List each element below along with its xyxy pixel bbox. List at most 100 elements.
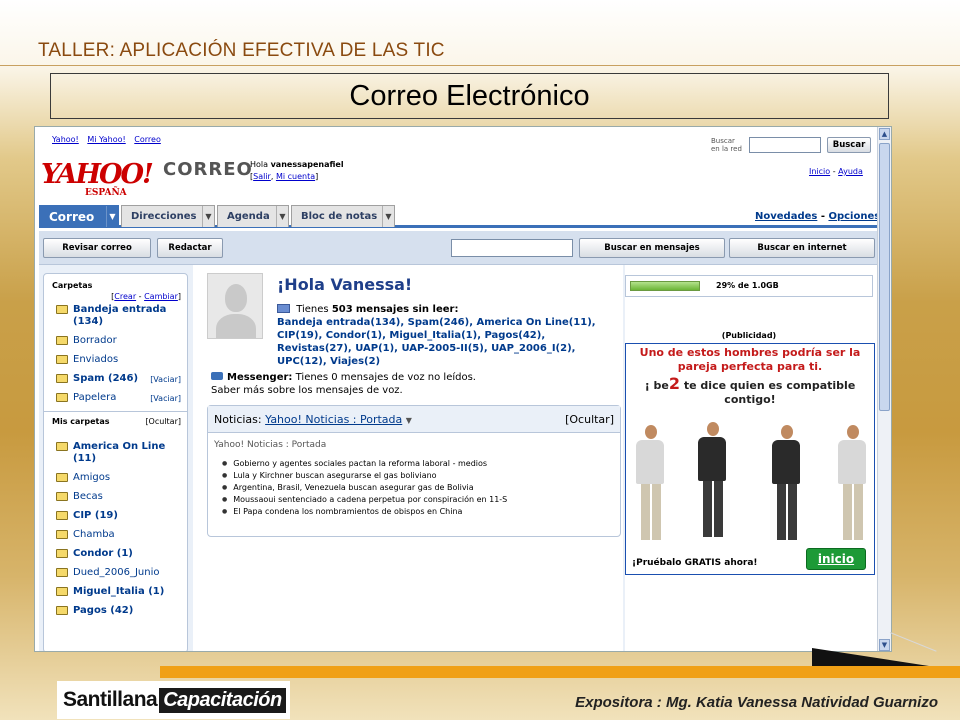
compose-button[interactable]: Redactar (157, 238, 223, 258)
folder-icon (56, 568, 68, 577)
web-search-label: Buscar en la red (711, 137, 742, 153)
folder-icon (56, 530, 68, 539)
folder-item[interactable]: Condor (1) (44, 548, 187, 560)
avatar-body (216, 314, 256, 338)
folder-label: Bandeja entrada (134) (73, 304, 167, 327)
sign-out-link[interactable]: Salir (253, 172, 271, 181)
unread-folder-list[interactable]: Bandeja entrada(134), Spam(246), America… (277, 317, 596, 367)
news-item[interactable]: Gobierno y agentes sociales pactan la re… (222, 458, 620, 470)
folder-label: America On Line (11) (73, 441, 166, 464)
folder-item[interactable]: Becas (44, 491, 187, 503)
home-link[interactable]: Inicio (809, 167, 830, 176)
folder-item[interactable]: America On Line (11) (44, 441, 187, 465)
folder-label: Enviados (73, 354, 119, 365)
empty-folder-link[interactable]: [Vaciar] (150, 374, 181, 386)
tab-bloc-de-notas[interactable]: Bloc de notas ▼ (291, 205, 395, 227)
news-list: Gobierno y agentes sociales pactan la re… (208, 450, 620, 518)
voicemail-info-link[interactable]: Saber más sobre los mensajes de voz. (211, 385, 403, 396)
tab-agenda[interactable]: Agenda ▼ (217, 205, 289, 227)
novedades-link[interactable]: Novedades (755, 211, 817, 222)
web-search-button[interactable]: Buscar (827, 137, 871, 153)
top-link-yahoo[interactable]: Yahoo! (52, 135, 79, 144)
news-item[interactable]: Lula y Kirchner buscan asegurarse el gas… (222, 470, 620, 482)
search-internet-button[interactable]: Buscar en internet (729, 238, 875, 258)
folder-icon (56, 355, 68, 364)
folder-item[interactable]: Amigos (44, 472, 187, 484)
folder-item[interactable]: CIP (19) (44, 510, 187, 522)
greeting-hello: Hola (250, 160, 269, 169)
system-folders-list: Bandeja entrada (134) Borrador Enviados Spa… (44, 304, 187, 404)
news-item[interactable]: Moussaoui sentenciado a cadena perpetua … (222, 494, 620, 506)
chevron-down-icon[interactable]: ▼ (276, 206, 288, 227)
folders-panel: Carpetas [Crear - Cambiar] Bandeja entra… (43, 273, 188, 651)
folder-item[interactable]: Bandeja entrada (134) (44, 304, 187, 328)
avatar[interactable] (207, 273, 263, 339)
folder-label: Spam (246) (73, 373, 139, 384)
man-figure (636, 425, 666, 540)
search-messages-button[interactable]: Buscar en mensajes (579, 238, 725, 258)
folder-item[interactable]: Spam (246) [Vaciar] (44, 373, 187, 385)
web-search-input[interactable] (749, 137, 821, 153)
ad-cta-text: ¡Pruébalo GRATIS ahora! (632, 558, 758, 568)
ad-start-button[interactable]: inicio (806, 548, 866, 570)
folders-actions: [Crear - Cambiar] (111, 292, 181, 301)
ad-banner[interactable]: Uno de estos hombres podría ser la parej… (625, 343, 875, 575)
top-link-my-yahoo[interactable]: Mi Yahoo! (87, 135, 125, 144)
opciones-link[interactable]: Opciones (828, 211, 880, 222)
ad-tagline: te dice quien es compatible contigo! (683, 379, 856, 406)
folder-item[interactable]: Miguel_Italia (1) (44, 586, 187, 598)
create-folder-link[interactable]: Crear (114, 292, 136, 301)
man-figure (838, 425, 868, 540)
folder-label: Miguel_Italia (1) (73, 586, 165, 597)
tab-direcciones[interactable]: Direcciones ▼ (121, 205, 215, 227)
ad-men-figures (632, 416, 870, 540)
scroll-down-icon[interactable]: ▼ (879, 639, 890, 651)
web-search: Buscar en la red Buscar (711, 137, 871, 153)
empty-folder-link[interactable]: [Vaciar] (150, 393, 181, 405)
yahoo-logo-sub: ESPAÑA (85, 188, 127, 198)
ad-tagline-line: ¡ be2 te dice quien es compatible contig… (626, 376, 874, 407)
scrollbar-thumb[interactable] (879, 143, 890, 411)
folder-icon (56, 393, 68, 402)
folder-item[interactable]: Chamba (44, 529, 187, 541)
folder-item[interactable]: Borrador (44, 335, 187, 347)
folder-icon (56, 374, 68, 383)
storage-meter: 29% de 1.0GB (625, 275, 873, 297)
news-item[interactable]: Argentina, Brasil, Venezuela buscan aseg… (222, 482, 620, 494)
tab-correo[interactable]: Correo ▼ (39, 205, 119, 227)
scroll-up-icon[interactable]: ▲ (879, 128, 890, 140)
unread-summary: Tienes 503 mensajes sin leer: Bandeja en… (277, 303, 617, 368)
my-account-link[interactable]: Mi cuenta (276, 172, 315, 181)
help-link[interactable]: Ayuda (838, 167, 863, 176)
greeting-username: vanessapenafiel (270, 160, 344, 169)
hide-my-folders-link[interactable]: [Ocultar] (145, 417, 181, 426)
tab-agenda-label: Agenda (227, 211, 270, 222)
chevron-down-icon[interactable]: ▼ (202, 206, 214, 227)
folder-icon (56, 336, 68, 345)
hide-news-link[interactable]: [Ocultar] (565, 413, 614, 426)
storage-text: 29% de 1.0GB (716, 281, 779, 290)
yahoo-logo[interactable]: YAHOO! ESPAÑA (41, 159, 154, 198)
chevron-down-icon[interactable]: ▼ (382, 206, 394, 227)
folder-item[interactable]: Papelera [Vaciar] (44, 392, 187, 404)
folder-label: Chamba (73, 529, 115, 540)
top-link-mail[interactable]: Correo (134, 135, 161, 144)
man-figure (698, 422, 728, 540)
folder-item[interactable]: Pagos (42) (44, 605, 187, 617)
news-source-dropdown[interactable]: Yahoo! Noticias : Portada (265, 413, 402, 426)
news-item[interactable]: El Papa condena los nombramientos de obi… (222, 506, 620, 518)
check-mail-button[interactable]: Revisar correo (43, 238, 151, 258)
folder-icon (56, 492, 68, 501)
tab-direcciones-label: Direcciones (131, 211, 197, 222)
folder-icon (56, 587, 68, 596)
folder-item[interactable]: Dued_2006_Junio (44, 567, 187, 579)
ad-headline: Uno de estos hombres podría ser la parej… (639, 346, 861, 373)
chevron-down-icon[interactable]: ▼ (406, 416, 412, 425)
mail-search-input[interactable] (451, 239, 573, 257)
chevron-down-icon[interactable]: ▼ (106, 206, 118, 227)
change-folder-link[interactable]: Cambiar (144, 292, 178, 301)
folder-icon (56, 549, 68, 558)
mail-toolbar: Revisar correo Redactar Buscar en mensaj… (39, 231, 877, 265)
vertical-scrollbar[interactable]: ▲ ▼ (877, 127, 891, 651)
folder-item[interactable]: Enviados (44, 354, 187, 366)
